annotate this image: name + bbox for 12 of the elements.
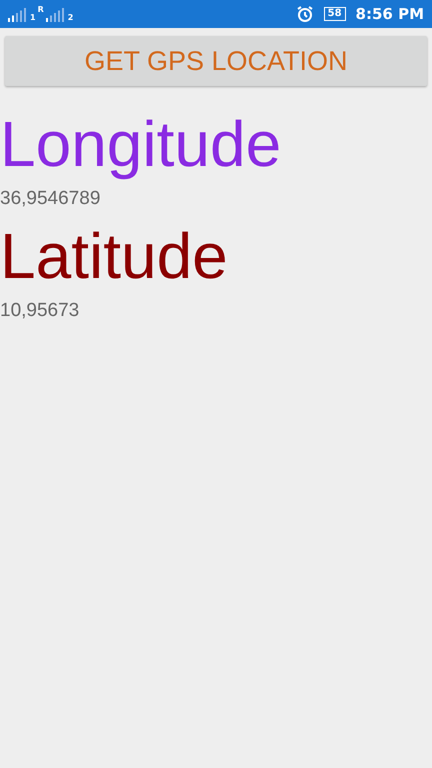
sim-label: 1 bbox=[30, 14, 36, 22]
clock-time: 8:56 PM bbox=[356, 5, 424, 23]
coordinate-value: 36,9546789 bbox=[0, 188, 100, 210]
signal-icon bbox=[8, 6, 28, 22]
signal-icon bbox=[46, 6, 66, 22]
coordinate-value: 10,95673 bbox=[0, 300, 80, 322]
alarm-clock-icon bbox=[296, 5, 314, 23]
field-heading: Latitude bbox=[0, 224, 228, 288]
sim-label: 2 bbox=[68, 14, 74, 22]
roaming-label: R bbox=[38, 6, 44, 14]
battery-level: 58 bbox=[324, 7, 346, 21]
get-location-button[interactable]: GET GPS LOCATION bbox=[5, 36, 427, 86]
